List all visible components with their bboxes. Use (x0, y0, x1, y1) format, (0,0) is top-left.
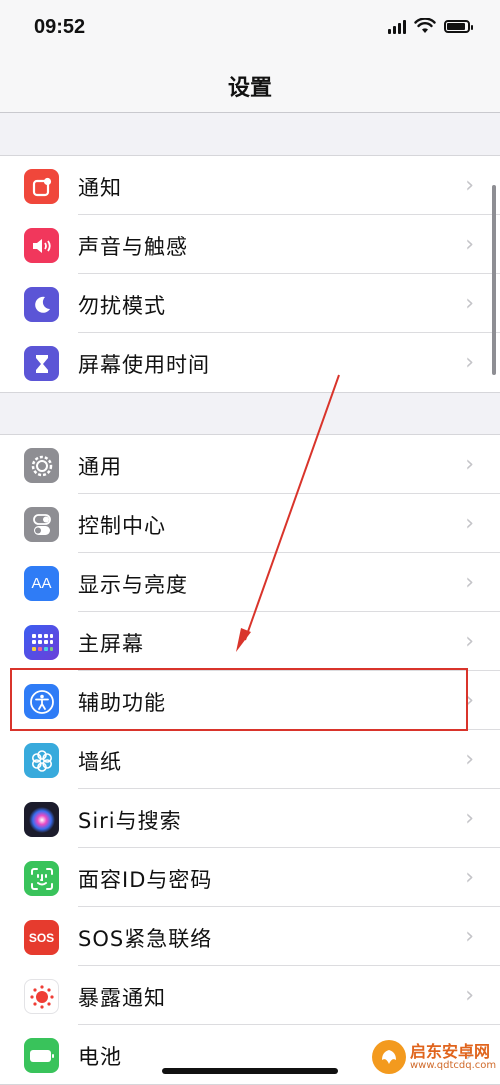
watermark-en: www.qdtcdq.com (410, 1060, 497, 1072)
settings-item-exposure[interactable]: 暴露通知 › (0, 966, 500, 1025)
status-bar: 09:52 (0, 0, 500, 58)
highlight-box (10, 668, 468, 731)
chevron-right-icon: › (465, 983, 474, 1008)
chevron-right-icon: › (465, 806, 474, 831)
settings-item-sos[interactable]: SOS SOS紧急联络 › (0, 907, 500, 966)
exposure-icon (24, 979, 59, 1014)
chevron-right-icon: › (465, 452, 474, 477)
settings-item-label: 墙纸 (78, 750, 122, 774)
battery-icon (24, 1038, 59, 1073)
settings-item-face-id[interactable]: 面容ID与密码 › (0, 848, 500, 907)
siri-icon (24, 802, 59, 837)
home-screen-icon (24, 625, 59, 660)
settings-item-label: 勿扰模式 (78, 294, 166, 318)
settings-item-siri[interactable]: Siri与搜索 › (0, 789, 500, 848)
wifi-icon (414, 18, 436, 33)
chevron-right-icon: › (465, 570, 474, 595)
chevron-right-icon: › (465, 291, 474, 316)
scroll-indicator[interactable] (492, 185, 496, 375)
chevron-right-icon: › (465, 511, 474, 536)
chevron-right-icon: › (465, 924, 474, 949)
settings-group-1: 通知 › 声音与触感 › 勿扰模式 › 屏幕使用时间 › (0, 155, 500, 393)
chevron-right-icon: › (465, 173, 474, 198)
settings-item-label: Siri与搜索 (78, 809, 182, 833)
settings-item-label: 显示与亮度 (78, 573, 188, 597)
watermark-logo-icon (372, 1040, 406, 1074)
settings-item-label: 电池 (78, 1045, 122, 1069)
settings-item-do-not-disturb[interactable]: 勿扰模式 › (0, 274, 500, 333)
speaker-icon (24, 228, 59, 263)
page-title: 设置 (227, 76, 272, 101)
cellular-signal-icon (388, 18, 406, 34)
chevron-right-icon: › (465, 629, 474, 654)
watermark-text: 启东安卓网 www.qdtcdq.com (410, 1043, 496, 1072)
settings-item-label: 通知 (78, 176, 122, 200)
toggles-icon (24, 507, 59, 542)
watermark: 启东安卓网 www.qdtcdq.com (372, 1040, 496, 1074)
notifications-icon (24, 169, 59, 204)
chevron-right-icon: › (465, 232, 474, 257)
settings-item-label: 控制中心 (78, 514, 166, 538)
moon-icon (24, 287, 59, 322)
settings-item-control-center[interactable]: 控制中心 › (0, 494, 500, 553)
settings-item-general[interactable]: 通用 › (0, 435, 500, 494)
hourglass-icon (24, 346, 59, 381)
settings-item-label: 暴露通知 (78, 986, 166, 1010)
chevron-right-icon: › (465, 865, 474, 890)
gear-icon (24, 448, 59, 483)
settings-item-label: 面容ID与密码 (78, 868, 213, 892)
nav-bar: 设置 (0, 58, 500, 113)
settings-item-label: 主屏幕 (78, 632, 144, 656)
flower-icon (24, 743, 59, 778)
settings-item-label: 通用 (78, 455, 122, 479)
settings-item-display[interactable]: AA 显示与亮度 › (0, 553, 500, 612)
settings-item-label: 声音与触感 (78, 235, 188, 259)
settings-group-2: 通用 › 控制中心 › AA 显示与亮度 › 主屏幕 › 辅助功能 › 墙纸 ›… (0, 434, 500, 1085)
battery-status-icon (444, 19, 473, 33)
settings-item-sounds[interactable]: 声音与触感 › (0, 215, 500, 274)
settings-item-wallpaper[interactable]: 墙纸 › (0, 730, 500, 789)
settings-item-notifications[interactable]: 通知 › (0, 156, 500, 215)
text-size-icon: AA (24, 566, 59, 601)
home-indicator[interactable] (162, 1068, 338, 1074)
chevron-right-icon: › (465, 350, 474, 375)
status-icons (388, 18, 473, 34)
settings-item-home-screen[interactable]: 主屏幕 › (0, 612, 500, 671)
settings-item-label: SOS紧急联络 (78, 927, 213, 951)
watermark-cn: 启东安卓网 (410, 1041, 491, 1061)
status-time: 09:52 (34, 16, 86, 38)
chevron-right-icon: › (465, 747, 474, 772)
sos-icon: SOS (24, 920, 59, 955)
settings-item-screen-time[interactable]: 屏幕使用时间 › (0, 333, 500, 392)
settings-item-label: 屏幕使用时间 (78, 353, 210, 377)
face-id-icon (24, 861, 59, 896)
